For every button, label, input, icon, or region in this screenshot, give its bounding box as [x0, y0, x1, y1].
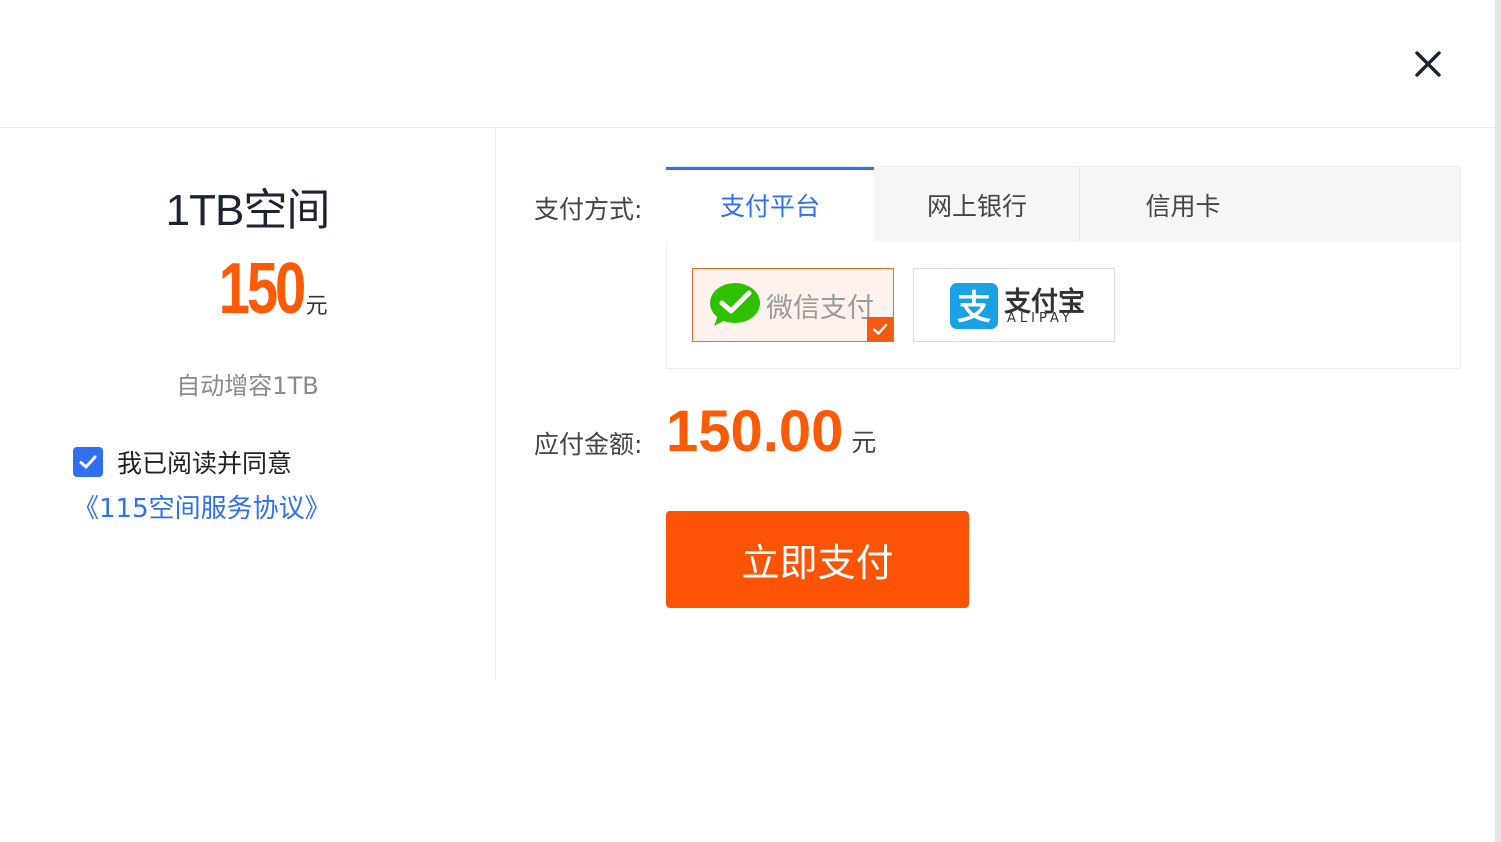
- plan-price-value: 150: [219, 249, 306, 329]
- plan-description: 自动增容1TB: [176, 372, 319, 400]
- plan-summary-panel: 1TB空间 150元 自动增容1TB 我已阅读并同意 《115空间服务协议》: [0, 128, 496, 680]
- tab-credit-card[interactable]: 信用卡: [1080, 167, 1286, 243]
- tab-payment-platform[interactable]: 支付平台: [666, 167, 874, 243]
- agreement-row: 我已阅读并同意: [73, 444, 292, 480]
- selected-badge: [867, 317, 893, 341]
- alipay-subtitle: ALIPAY: [1007, 311, 1074, 326]
- amount-due-label: 应付金额:: [534, 430, 643, 459]
- agreement-checkbox[interactable]: [73, 447, 103, 477]
- alipay-option[interactable]: 支 支付宝 ALIPAY: [913, 268, 1115, 342]
- close-button[interactable]: [1408, 44, 1448, 84]
- amount-due-unit: 元: [851, 428, 877, 457]
- checkmark-icon: [79, 455, 97, 469]
- tab-online-banking[interactable]: 网上银行: [874, 167, 1080, 243]
- wechat-pay-label: 微信支付: [766, 293, 874, 324]
- wechat-pay-icon: [710, 283, 760, 326]
- checkmark-icon: [872, 323, 888, 335]
- plan-price: 150元: [0, 248, 495, 330]
- plan-price-unit: 元: [305, 294, 328, 319]
- payment-dialog: 1TB空间 150元 自动增容1TB 我已阅读并同意 《115空间服务协议》 支…: [0, 0, 1495, 842]
- dialog-header: [0, 0, 1495, 128]
- agreement-label: 我已阅读并同意: [117, 449, 293, 478]
- payment-tabs: 支付平台 网上银行 信用卡: [666, 166, 1461, 243]
- amount-due: 150.00 元: [666, 398, 876, 465]
- svg-text:支: 支: [957, 288, 991, 328]
- window-edge: [1495, 0, 1501, 842]
- plan-title: 1TB空间: [165, 186, 331, 235]
- service-agreement-link[interactable]: 《115空间服务协议》: [73, 488, 331, 525]
- payment-method-label: 支付方式:: [534, 195, 643, 224]
- pay-now-button[interactable]: 立即支付: [666, 511, 969, 608]
- wechat-pay-option[interactable]: 微信支付: [692, 268, 894, 342]
- payment-platform-panel: 微信支付 支 支付宝 ALIPAY: [666, 242, 1461, 369]
- amount-due-value: 150.00: [666, 399, 844, 464]
- close-icon: [1415, 51, 1441, 77]
- alipay-icon: 支: [950, 283, 998, 329]
